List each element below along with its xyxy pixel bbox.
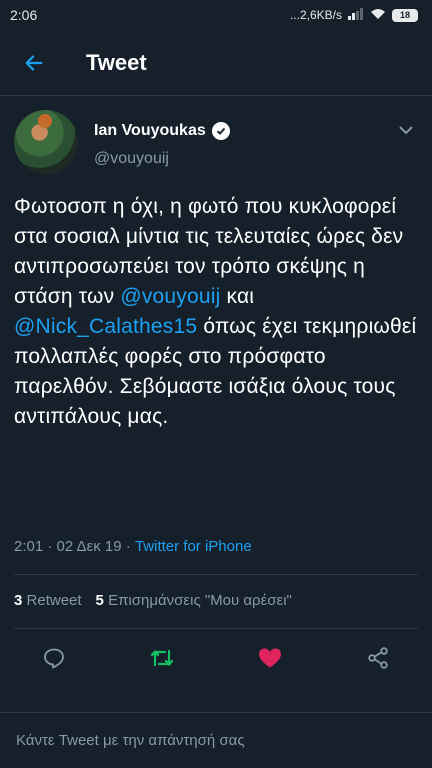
back-arrow-icon xyxy=(25,54,43,71)
avatar-ball xyxy=(38,114,52,128)
tweet-actions xyxy=(14,640,418,676)
retweets-stat[interactable]: 3 Retweet xyxy=(14,592,82,609)
tweet-author: Ian Vouyoukas @vouyouij xyxy=(14,110,418,180)
avatar[interactable] xyxy=(14,110,78,174)
share-button[interactable] xyxy=(364,644,392,672)
likes-count: 5 xyxy=(95,592,104,609)
tweet-stats: 3 Retweet 5 Επισημάνσεις "Μου αρέσει" xyxy=(14,592,292,609)
status-indicators: ...2,6KB/s 18 xyxy=(289,7,418,23)
wifi-icon xyxy=(370,8,386,23)
reply-placeholder: Κάντε Tweet με την απάντησή σας xyxy=(16,732,245,749)
verified-badge-icon xyxy=(211,122,230,140)
retweet-button[interactable] xyxy=(148,644,176,672)
likes-stat[interactable]: 5 Επισημάνσεις "Μου αρέσει" xyxy=(96,592,292,609)
divider xyxy=(14,574,418,575)
retweet-icon xyxy=(150,649,174,667)
likes-label: Επισημάνσεις "Μου αρέσει" xyxy=(108,592,292,609)
retweets-label: Retweet xyxy=(26,592,82,609)
reply-button[interactable] xyxy=(40,644,68,672)
reply-icon xyxy=(44,648,64,669)
battery-icon: 18 xyxy=(392,8,418,22)
signal-icon xyxy=(348,7,364,23)
divider xyxy=(14,628,418,629)
page-title: Tweet xyxy=(86,49,147,75)
retweets-count: 3 xyxy=(14,592,23,609)
chevron-down-icon xyxy=(399,126,413,135)
author-name-row[interactable]: Ian Vouyoukas xyxy=(94,122,230,140)
more-options-button[interactable] xyxy=(394,118,418,142)
share-icon xyxy=(368,647,388,669)
tweet-source-link[interactable]: Twitter for iPhone xyxy=(135,538,252,555)
status-time: 2:06 xyxy=(10,7,38,23)
tweet-meta: 2:01 · 02 Δεκ 19 · Twitter for iPhone xyxy=(14,538,252,555)
author-handle[interactable]: @vouyouij xyxy=(94,150,169,168)
back-button[interactable] xyxy=(14,43,54,83)
like-button[interactable] xyxy=(256,644,284,672)
tweet-text: Φωτοσοπ η όχι, η φωτό που κυκλοφορεί στα… xyxy=(14,192,418,432)
tweet-timestamp: 2:01 · 02 Δεκ 19 · xyxy=(14,538,135,555)
reply-composer[interactable]: Κάντε Tweet με την απάντησή σας xyxy=(0,712,432,768)
mention-link[interactable]: @Nick_Calathes15 xyxy=(14,315,197,338)
status-bar: 2:06 ...2,6KB/s 18 xyxy=(0,0,432,30)
author-name: Ian Vouyoukas xyxy=(94,122,206,139)
heart-icon xyxy=(259,648,281,668)
app-header: Tweet xyxy=(0,30,432,96)
tweet-text-part-2: και xyxy=(220,285,255,308)
network-speed: ...2,6KB/s xyxy=(289,8,342,22)
mention-link[interactable]: @vouyouij xyxy=(120,285,220,308)
